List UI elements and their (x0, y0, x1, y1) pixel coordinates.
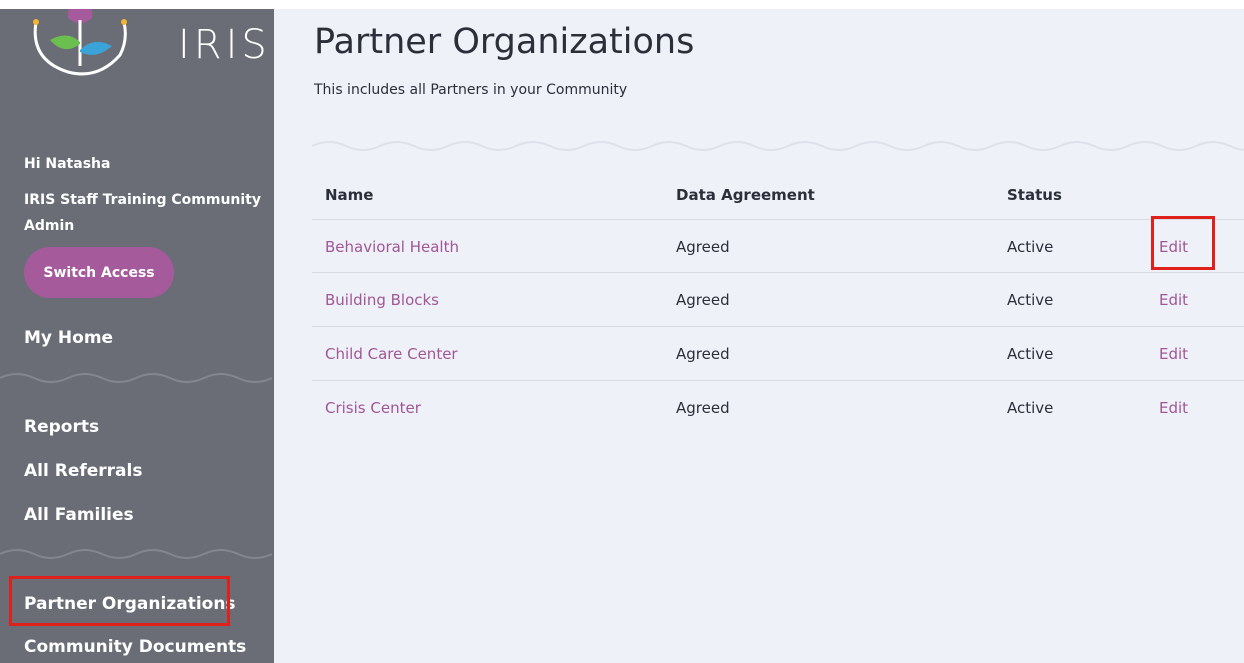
role-line-1: IRIS Staff Training Community (24, 192, 262, 208)
partner-name-link[interactable]: Building Blocks (325, 291, 439, 309)
data-agreement-value: Agreed (676, 399, 730, 417)
column-header-status[interactable]: Status (1007, 186, 1062, 204)
nav-all-referrals[interactable]: All Referrals (24, 461, 142, 481)
column-header-data-agreement[interactable]: Data Agreement (676, 186, 815, 204)
wave-divider (0, 549, 273, 559)
flower-icon (33, 0, 127, 76)
data-agreement-value: Agreed (676, 345, 730, 363)
page-title: Partner Organizations (314, 22, 695, 62)
edit-link[interactable]: Edit (1159, 399, 1188, 417)
role-line-2: Admin (24, 218, 75, 234)
status-value: Active (1007, 345, 1054, 363)
column-header-name[interactable]: Name (325, 186, 373, 204)
status-value: Active (1007, 291, 1054, 309)
table-row: Crisis Center Agreed Active Edit (312, 380, 1244, 433)
wave-divider (0, 373, 273, 383)
iris-logo[interactable]: IRIS (28, 0, 267, 100)
partner-name-link[interactable]: Crisis Center (325, 399, 421, 417)
table-row: Behavioral Health Agreed Active Edit (312, 219, 1244, 272)
highlight-box-edit (1151, 216, 1215, 270)
nav-community-documents[interactable]: Community Documents (24, 637, 246, 657)
main-content: Partner Organizations This includes all … (274, 0, 1244, 663)
sidebar: IRIS Hi Natasha IRIS Staff Training Comm… (0, 0, 274, 663)
partner-name-link[interactable]: Child Care Center (325, 345, 458, 363)
wave-divider (312, 141, 1244, 151)
nav-all-families[interactable]: All Families (24, 505, 134, 525)
highlight-box-nav (9, 576, 230, 626)
nav-my-home[interactable]: My Home (24, 328, 113, 348)
partner-name-link[interactable]: Behavioral Health (325, 238, 459, 256)
status-value: Active (1007, 238, 1054, 256)
nav-reports[interactable]: Reports (24, 417, 99, 437)
brand-name: IRIS (178, 22, 271, 68)
page-subtitle: This includes all Partners in your Commu… (314, 82, 628, 98)
top-strip (0, 0, 1244, 9)
edit-link[interactable]: Edit (1159, 291, 1188, 309)
switch-access-button[interactable]: Switch Access (24, 247, 174, 298)
edit-link[interactable]: Edit (1159, 345, 1188, 363)
status-value: Active (1007, 399, 1054, 417)
data-agreement-value: Agreed (676, 238, 730, 256)
data-agreement-value: Agreed (676, 291, 730, 309)
greeting: Hi Natasha (24, 156, 111, 172)
table-row: Building Blocks Agreed Active Edit (312, 272, 1244, 325)
table-row: Child Care Center Agreed Active Edit (312, 326, 1244, 379)
